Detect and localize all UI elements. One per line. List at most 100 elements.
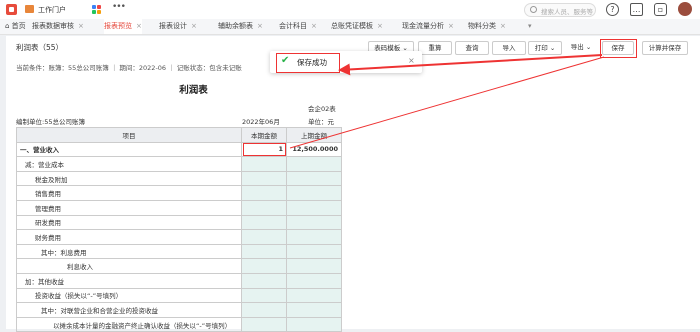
column-header-current: 本期金额 bbox=[241, 127, 287, 143]
tab-overflow-chevron-icon[interactable]: ▾ bbox=[528, 19, 532, 34]
current-amount-cell[interactable] bbox=[241, 287, 287, 304]
row-item-label: 减：营业成本 bbox=[16, 156, 242, 172]
home-icon: ⌂ bbox=[5, 22, 12, 30]
table-row: 其中：对联营企业和合营企业的投资收益 bbox=[16, 302, 342, 318]
previous-amount-cell[interactable] bbox=[286, 302, 342, 318]
tab-item[interactable]: 物料分类 × bbox=[468, 19, 506, 34]
income-statement-table: 项目 本期金额 上期金额 一、营业收入 1 12,500.0000 减：营业成本 税金及… bbox=[16, 127, 342, 332]
previous-amount-cell[interactable] bbox=[286, 156, 342, 172]
row-item-label: 利息收入 bbox=[16, 258, 242, 274]
tab-label: 会计科目 bbox=[279, 22, 307, 30]
print-button[interactable]: 打印 ⌄ bbox=[528, 41, 562, 55]
table-row: 销售费用 bbox=[16, 185, 342, 201]
print-label: 打印 bbox=[534, 44, 548, 52]
previous-amount-cell[interactable] bbox=[286, 185, 342, 201]
app-logo[interactable] bbox=[6, 4, 17, 15]
table-row: 利息收入 bbox=[16, 258, 342, 274]
column-header-previous: 上期金额 bbox=[286, 127, 342, 143]
row-item-label: 其中：对联营企业和合营企业的投资收益 bbox=[16, 302, 242, 318]
tab-item[interactable]: 报表数据审核 × bbox=[32, 19, 84, 34]
row-item-label: 投资收益（损失以“-”号填列） bbox=[16, 287, 242, 304]
portal-icon bbox=[25, 5, 34, 13]
table-row: 财务费用 bbox=[16, 229, 342, 245]
report-panel: 利润表（55） 表码模板 ⌄ 重算 查询 导入 打印 ⌄ 导出 ⌄ 保存 计算并… bbox=[6, 36, 700, 332]
form-number: 会企02表 bbox=[308, 105, 336, 113]
report-title: 利润表 bbox=[179, 85, 208, 96]
chevron-down-icon: ⌄ bbox=[549, 44, 556, 52]
tab-close-icon[interactable]: × bbox=[448, 22, 454, 30]
help-icon[interactable]: ? bbox=[606, 3, 619, 16]
tab-home[interactable]: ⌂ 首页 bbox=[5, 19, 26, 34]
current-amount-cell[interactable] bbox=[241, 156, 287, 172]
global-search-input[interactable]: 搜索人员、服务等 bbox=[524, 3, 596, 17]
previous-amount-cell[interactable] bbox=[286, 287, 342, 304]
previous-amount-cell[interactable] bbox=[286, 258, 342, 274]
current-amount-cell[interactable] bbox=[241, 214, 287, 231]
work-portal-button[interactable]: 工作门户 bbox=[24, 3, 82, 16]
current-amount-cell[interactable] bbox=[241, 316, 287, 332]
tab-label: 报表预览 bbox=[104, 22, 132, 30]
tab-close-icon[interactable]: × bbox=[191, 22, 197, 30]
tab-close-icon[interactable]: × bbox=[500, 22, 506, 30]
row-item-label: 加：其他收益 bbox=[16, 272, 242, 289]
previous-amount-cell[interactable] bbox=[286, 243, 342, 260]
tab-label: 总账凭证模板 bbox=[331, 22, 373, 30]
search-icon bbox=[530, 6, 537, 13]
apps-grid-icon[interactable] bbox=[92, 5, 101, 14]
previous-amount-cell[interactable] bbox=[286, 170, 342, 187]
previous-amount-cell[interactable] bbox=[286, 199, 342, 216]
notification-icon[interactable]: ▫ bbox=[654, 3, 667, 16]
current-amount-cell[interactable] bbox=[241, 272, 287, 289]
more-icon[interactable]: ••• bbox=[112, 2, 126, 12]
calc-and-save-button[interactable]: 计算并保存 bbox=[642, 41, 688, 55]
tab-item[interactable]: 辅助余额表 × bbox=[218, 19, 263, 34]
export-button[interactable]: 导出 ⌄ bbox=[566, 41, 596, 53]
tab-close-icon[interactable]: × bbox=[136, 22, 142, 30]
user-avatar[interactable] bbox=[678, 2, 692, 16]
close-icon[interactable]: × bbox=[408, 56, 415, 65]
row-item-label: 税金及附加 bbox=[16, 170, 242, 187]
tab-close-icon[interactable]: × bbox=[377, 22, 383, 30]
tab-item[interactable]: 报表预览 × bbox=[104, 19, 142, 34]
table-row: 一、营业收入 1 12,500.0000 bbox=[16, 141, 342, 158]
current-amount-cell[interactable] bbox=[241, 302, 287, 318]
tab-close-icon[interactable]: × bbox=[311, 22, 317, 30]
report-unit: 单位：元 bbox=[308, 118, 334, 126]
previous-amount-cell[interactable] bbox=[286, 214, 342, 231]
tab-label: 首页 bbox=[11, 22, 26, 30]
toast-highlight bbox=[276, 53, 340, 73]
row-item-label: 一、营业收入 bbox=[16, 141, 242, 158]
tab-close-icon[interactable]: × bbox=[257, 22, 263, 30]
current-amount-cell[interactable] bbox=[241, 185, 287, 201]
message-icon[interactable]: … bbox=[630, 3, 643, 16]
row-item-label: 研发费用 bbox=[16, 214, 242, 231]
previous-amount-cell[interactable] bbox=[286, 272, 342, 289]
current-amount-cell[interactable] bbox=[241, 170, 287, 187]
current-amount-cell[interactable] bbox=[241, 199, 287, 216]
previous-amount-cell[interactable] bbox=[286, 316, 342, 332]
tab-label: 辅助余额表 bbox=[218, 22, 253, 30]
previous-amount-cell[interactable]: 12,500.0000 bbox=[286, 141, 342, 158]
current-amount-cell[interactable] bbox=[241, 243, 287, 260]
current-amount-cell[interactable]: 1 bbox=[241, 141, 287, 158]
tab-item[interactable]: 现金流量分析 × bbox=[402, 19, 454, 34]
tab-label: 物料分类 bbox=[468, 22, 496, 30]
current-amount-cell[interactable] bbox=[241, 229, 287, 245]
export-label: 导出 bbox=[570, 43, 584, 51]
row-item-label: 管理费用 bbox=[16, 199, 242, 216]
portal-label: 工作门户 bbox=[38, 6, 66, 14]
query-button[interactable]: 查询 bbox=[455, 41, 489, 55]
import-button[interactable]: 导入 bbox=[492, 41, 526, 55]
tab-close-icon[interactable]: × bbox=[78, 22, 84, 30]
tab-item[interactable]: 总账凭证模板 × bbox=[331, 19, 383, 34]
tab-label: 现金流量分析 bbox=[402, 22, 444, 30]
tab-item[interactable]: 会计科目 × bbox=[279, 19, 317, 34]
previous-amount-cell[interactable] bbox=[286, 229, 342, 245]
current-amount-cell[interactable] bbox=[241, 258, 287, 274]
row-item-label: 销售费用 bbox=[16, 185, 242, 201]
row-item-label: 以摊余成本计量的金融资产终止确认收益（损失以“-”号填列） bbox=[16, 316, 242, 332]
tab-item[interactable]: 报表设计 × bbox=[159, 19, 197, 34]
report-period: 2022年06月 bbox=[242, 118, 280, 126]
recalculate-button[interactable]: 重算 bbox=[418, 41, 452, 55]
org-name: 编制单位:55总公司账簿 bbox=[16, 118, 85, 126]
